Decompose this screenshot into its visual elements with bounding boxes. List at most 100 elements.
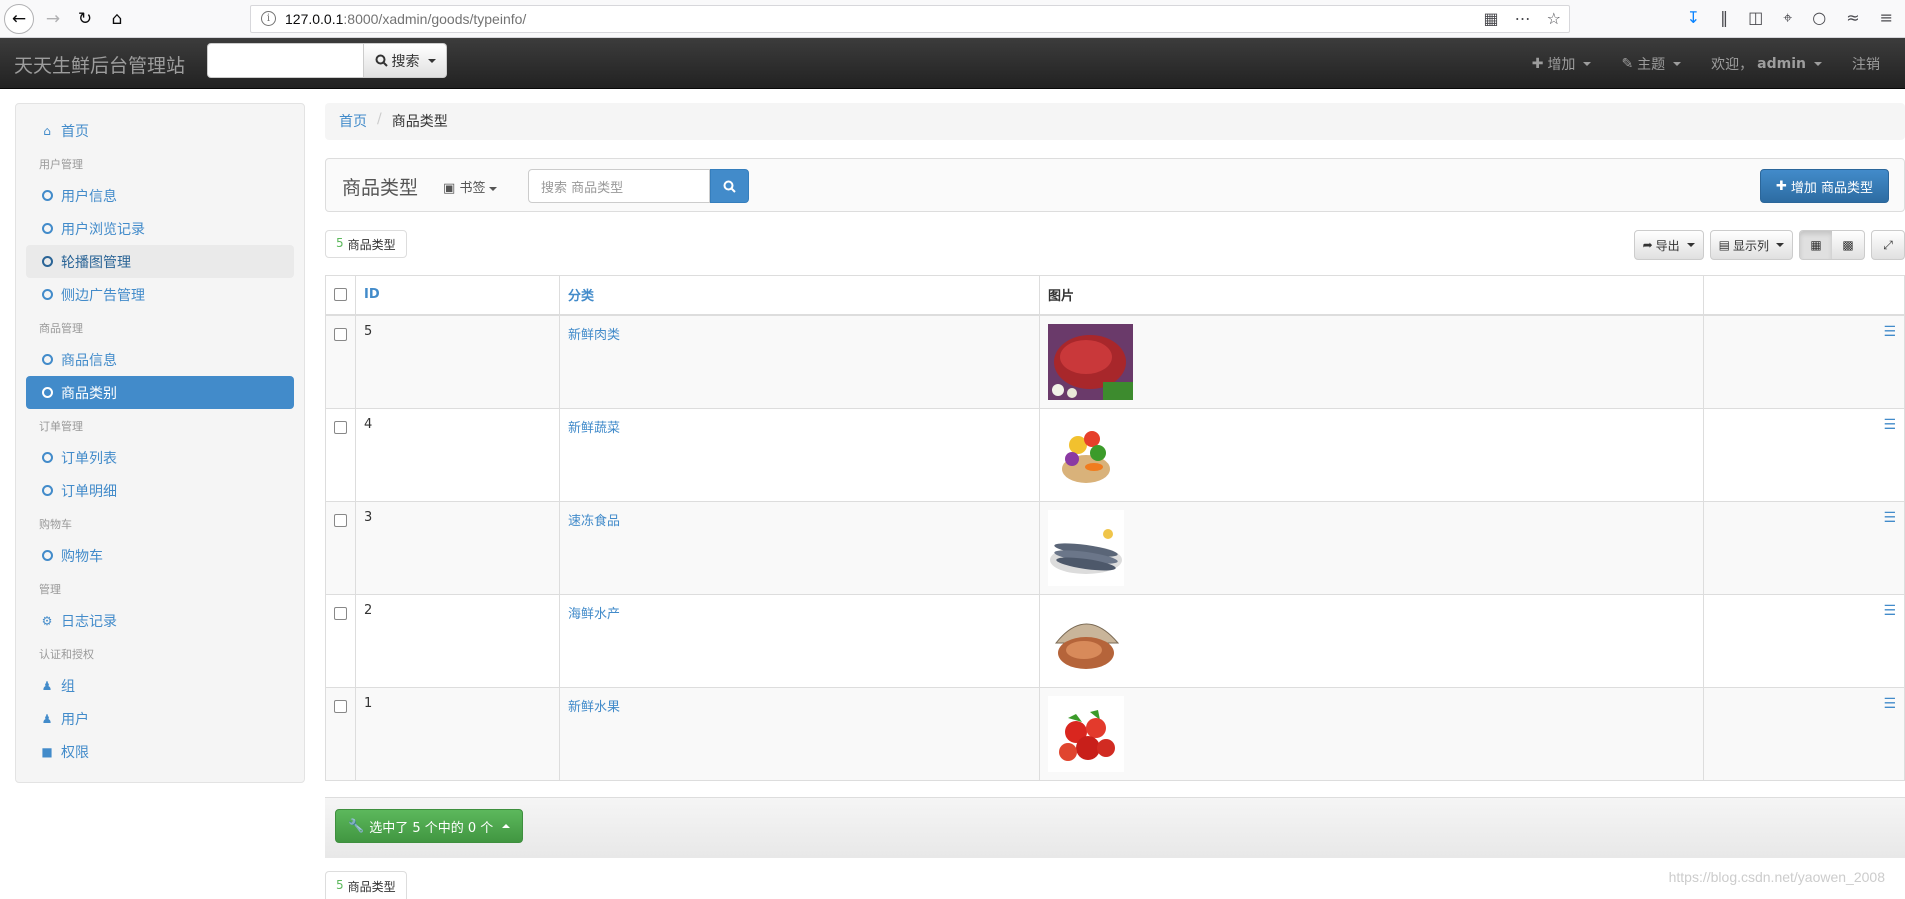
- circle-icon: [41, 452, 53, 463]
- list-icon[interactable]: ☰: [1883, 510, 1896, 526]
- sidebar-item-perms[interactable]: ■ 权限: [26, 735, 294, 768]
- cell-image: [1039, 407, 1704, 502]
- bookmark-dropdown[interactable]: ▣ 书签: [443, 177, 498, 196]
- export-button[interactable]: ➦ 导出: [1633, 230, 1704, 260]
- search-icon: [723, 180, 736, 193]
- users-icon: ♟: [41, 678, 53, 693]
- cell-category[interactable]: 新鲜水果: [559, 686, 1040, 781]
- site-brand[interactable]: 天天生鲜后台管理站: [14, 51, 185, 78]
- row-actions-cell: ☰: [1703, 686, 1905, 781]
- download-icon[interactable]: ↧: [1687, 8, 1700, 28]
- fullscreen-toggle: ⤢: [1871, 230, 1905, 260]
- nav-search-button[interactable]: 搜索: [364, 43, 447, 78]
- select-all-cell: [325, 275, 356, 316]
- cell-category[interactable]: 新鲜肉类: [559, 314, 1040, 409]
- extension-icon[interactable]: ≈: [1846, 8, 1859, 28]
- library-icon[interactable]: ‖: [1720, 8, 1728, 28]
- sidebar-item-cart[interactable]: 购物车: [26, 539, 294, 572]
- row-checkbox[interactable]: [334, 327, 347, 341]
- list-alt-icon: ▤: [1718, 238, 1730, 252]
- sidebar-item-goods-type[interactable]: 商品类别: [26, 376, 294, 409]
- header-id[interactable]: ID: [355, 275, 560, 316]
- fruit-thumbnail[interactable]: [1048, 695, 1124, 772]
- url-text: 127.0.0.1:8000/xadmin/goods/typeinfo/: [285, 11, 527, 27]
- site-info-icon[interactable]: i: [261, 11, 276, 26]
- cell-image: [1039, 686, 1704, 781]
- nav-logout[interactable]: 注销: [1837, 54, 1895, 74]
- cell-id: 5: [355, 314, 560, 409]
- sidebar-group-orders: 订单管理: [39, 420, 83, 433]
- sidebar-item-goods-info[interactable]: 商品信息: [26, 343, 294, 376]
- row-actions-cell: ☰: [1703, 593, 1905, 688]
- grid-large-icon[interactable]: ▦: [1800, 231, 1832, 259]
- reload-icon[interactable]: ↻: [70, 4, 100, 34]
- sidebar-item-home[interactable]: ⌂ 首页: [26, 114, 294, 147]
- select-all-checkbox[interactable]: [334, 288, 347, 302]
- gear-icon: ⚙: [41, 613, 53, 628]
- url-bar[interactable]: i 127.0.0.1:8000/xadmin/goods/typeinfo/ …: [250, 5, 1570, 33]
- nav-add-menu[interactable]: ✚ 增加: [1517, 54, 1607, 74]
- sidebar-toggle-icon[interactable]: ◫: [1748, 8, 1763, 28]
- circle-icon: [41, 223, 53, 234]
- cell-image: [1039, 314, 1704, 409]
- list-header-panel: 商品类型 ▣ 书签 搜索 商品类型 ✚ 增加 商品类型: [325, 158, 1905, 212]
- breadcrumb: 首页 / 商品类型: [325, 103, 1905, 140]
- top-navbar: 天天生鲜后台管理站 搜索 ✚ 增加 ✎ 主题 欢迎， admin 注销: [0, 38, 1905, 89]
- screenshot-icon[interactable]: ⌖: [1783, 8, 1792, 28]
- list-search-button[interactable]: [710, 169, 749, 203]
- cell-category[interactable]: 海鲜水产: [559, 593, 1040, 688]
- page-actions-icon[interactable]: ⋯: [1515, 9, 1531, 28]
- selected-actions-button[interactable]: 🔧 选中了 5 个中的 0 个: [335, 809, 524, 843]
- watermark: https://blog.csdn.net/yaowen_2008: [1668, 869, 1885, 885]
- list-icon[interactable]: ☰: [1883, 324, 1896, 340]
- columns-button[interactable]: ▤ 显示列: [1709, 230, 1793, 260]
- sidebar-item-groups[interactable]: ♟ 组: [26, 669, 294, 702]
- list-icon[interactable]: ☰: [1883, 603, 1896, 619]
- sidebar-item-user-info[interactable]: 用户信息: [26, 179, 294, 212]
- row-actions-cell: ☰: [1703, 500, 1905, 595]
- qr-code-icon[interactable]: ▦: [1484, 9, 1499, 28]
- home-icon[interactable]: ⌂: [102, 4, 132, 34]
- row-actions-cell: ☰: [1703, 407, 1905, 502]
- row-checkbox[interactable]: [334, 699, 347, 713]
- menu-icon[interactable]: ≡: [1880, 8, 1893, 28]
- sidebar-item-users[interactable]: ♟ 用户: [26, 702, 294, 735]
- cell-category[interactable]: 速冻食品: [559, 500, 1040, 595]
- nav-user-menu[interactable]: 欢迎， admin: [1696, 54, 1837, 74]
- home-icon: ⌂: [43, 123, 51, 138]
- add-type-button[interactable]: ✚ 增加 商品类型: [1760, 169, 1889, 203]
- row-checkbox[interactable]: [334, 513, 347, 527]
- table-row: 4 新鲜蔬菜 ☰: [325, 407, 1905, 502]
- meat-thumbnail[interactable]: [1048, 323, 1133, 400]
- sidebar-item-user-browse[interactable]: 用户浏览记录: [26, 212, 294, 245]
- breadcrumb-home[interactable]: 首页: [339, 111, 367, 132]
- sidebar-item-order-detail[interactable]: 订单明细: [26, 474, 294, 507]
- seafood-thumbnail[interactable]: [1048, 602, 1124, 679]
- row-checkbox[interactable]: [334, 606, 347, 620]
- cell-category[interactable]: 新鲜蔬菜: [559, 407, 1040, 502]
- sidebar-item-side-ads[interactable]: 侧边广告管理: [26, 278, 294, 311]
- sidebar-group-auth: 认证和授权: [39, 648, 94, 661]
- sidebar-group-cart: 购物车: [39, 518, 72, 531]
- forward-icon[interactable]: →: [38, 4, 68, 34]
- circle-icon: [41, 289, 53, 300]
- cell-id: 3: [355, 500, 560, 595]
- list-search-input[interactable]: 搜索 商品类型: [528, 169, 710, 203]
- list-icon[interactable]: ☰: [1883, 696, 1896, 712]
- sidebar-item-banner[interactable]: 轮播图管理: [26, 245, 294, 278]
- grid-small-icon[interactable]: ▩: [1832, 231, 1864, 259]
- list-icon[interactable]: ☰: [1883, 417, 1896, 433]
- header-category[interactable]: 分类: [559, 275, 1040, 316]
- fullscreen-icon[interactable]: ⤢: [1872, 231, 1904, 259]
- share-icon: ➦: [1642, 238, 1653, 252]
- sidebar-item-log[interactable]: ⚙ 日志记录: [26, 604, 294, 637]
- bookmark-star-icon[interactable]: ☆: [1547, 9, 1561, 28]
- sidebar-item-order-list[interactable]: 订单列表: [26, 441, 294, 474]
- chat-icon[interactable]: ○: [1812, 8, 1826, 28]
- back-icon[interactable]: ←: [4, 4, 34, 34]
- nav-search-input[interactable]: [207, 43, 364, 78]
- frozen-food-thumbnail[interactable]: [1048, 509, 1124, 586]
- row-checkbox[interactable]: [334, 420, 347, 434]
- nav-theme-menu[interactable]: ✎ 主题: [1606, 54, 1696, 74]
- vegetables-thumbnail[interactable]: [1048, 416, 1124, 493]
